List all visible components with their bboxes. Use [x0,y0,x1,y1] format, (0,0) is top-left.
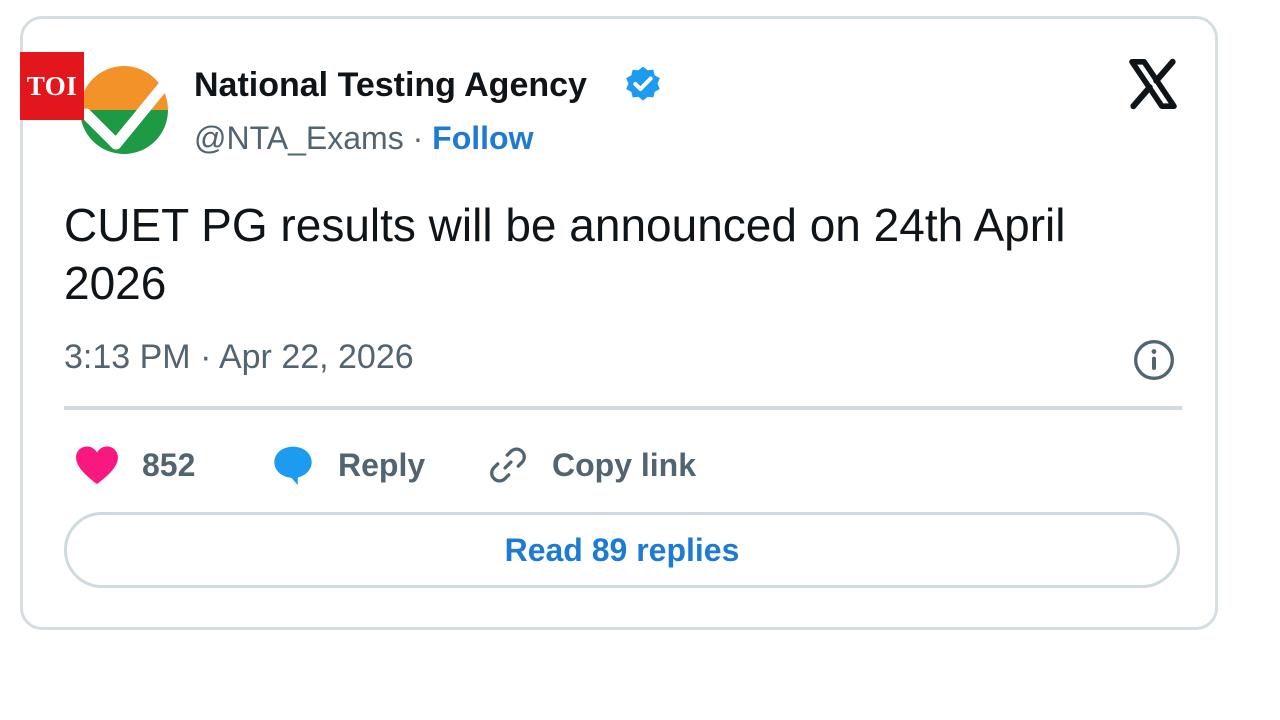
follow-link[interactable]: Follow [432,120,533,156]
divider [64,406,1182,410]
link-icon [490,447,526,483]
info-icon[interactable] [1132,338,1176,382]
handle-separator: · [403,120,433,156]
copy-link-label: Copy link [552,446,697,483]
avatar[interactable] [78,64,170,156]
reply-label: Reply [338,446,426,483]
read-replies-label: Read 89 replies [504,531,740,568]
author-handle-line: @NTA_Exams · Follow [194,120,533,157]
tweet-text: CUET PG results will be announced on 24t… [64,199,1066,309]
toi-logo-badge: TOI [20,52,84,120]
like-button[interactable]: 852 [74,440,195,490]
nta-logo-icon [78,64,170,156]
tweet-timestamp[interactable]: 3:13 PM · Apr 22, 2026 [64,338,414,377]
reply-button[interactable]: Reply [270,440,425,490]
like-count: 852 [142,446,196,483]
read-replies-button[interactable]: Read 89 replies [64,512,1180,588]
heart-icon [76,446,118,485]
author-name[interactable]: National Testing Agency [194,66,587,105]
copy-link-button[interactable]: Copy link [486,440,696,490]
x-logo-icon[interactable] [1124,56,1182,112]
verified-badge-icon [626,66,660,101]
reply-bubble-icon [274,446,312,486]
author-handle[interactable]: @NTA_Exams [194,120,404,156]
